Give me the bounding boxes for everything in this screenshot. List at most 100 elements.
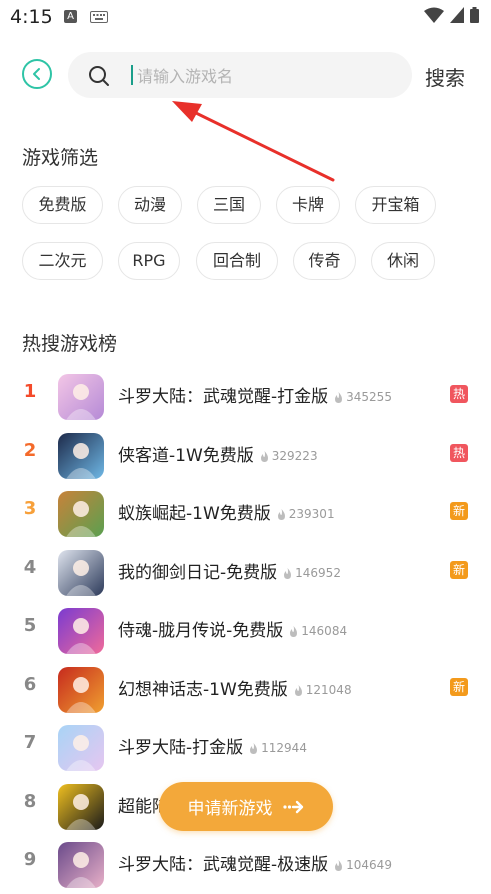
game-thumbnail[interactable] — [58, 783, 104, 830]
flame-icon — [260, 450, 268, 462]
game-name[interactable]: 幻想神话志-1W免费版 121048 — [118, 675, 352, 700]
ranking-row[interactable]: 9 斗罗大陆：武魂觉醒-极速版 104649 — [0, 836, 491, 894]
rank-number: 5 — [23, 615, 37, 636]
status-badge: 新 — [450, 502, 468, 520]
tag-treasure-box[interactable]: 开宝箱 — [355, 186, 436, 224]
ranking-row[interactable]: 3 蚁族崛起-1W免费版 239301 新 — [0, 485, 491, 543]
status-badge: 热 — [450, 443, 468, 462]
tag-legend[interactable]: 传奇 — [293, 242, 356, 280]
game-thumbnail[interactable] — [58, 374, 104, 420]
game-name[interactable]: 侠客道-1W免费版 329223 — [118, 441, 318, 466]
tag-turn-based[interactable]: 回合制 — [196, 242, 278, 280]
flame-icon — [284, 567, 292, 579]
rank-number: 7 — [23, 732, 37, 753]
hot-count: 146084 — [289, 624, 347, 638]
game-thumbnail[interactable] — [58, 432, 104, 479]
status-badge: 热 — [450, 385, 468, 403]
hot-count-value: 146952 — [295, 565, 341, 580]
rank-number: 4 — [23, 556, 37, 578]
rank-number: 6 — [23, 673, 37, 695]
hot-count-value: 112944 — [261, 741, 307, 755]
hot-count-value: 121048 — [305, 682, 352, 697]
game-name[interactable]: 蚁族崛起-1W免费版 239301 — [118, 499, 335, 524]
ranking-row[interactable]: 2 侠客道-1W免费版 329223 热 — [0, 427, 491, 485]
hot-count: 121048 — [294, 683, 352, 697]
text-caret — [131, 65, 133, 85]
game-name[interactable]: 斗罗大陆：武魂觉醒-打金版 345255 — [118, 382, 392, 407]
rank-number: 3 — [23, 498, 37, 519]
search-icon — [89, 66, 109, 86]
game-thumbnail[interactable] — [58, 666, 104, 713]
hot-count-value: 329223 — [271, 448, 318, 463]
game-thumbnail[interactable] — [58, 491, 104, 537]
status-badge: 新 — [450, 677, 468, 696]
game-name-text: 侍魂-胧月传说-免费版 — [118, 621, 284, 641]
status-time: 4:15 — [10, 6, 53, 28]
tag-card[interactable]: 卡牌 — [276, 186, 340, 224]
flame-icon — [290, 626, 298, 637]
filter-title: 游戏筛选 — [22, 147, 99, 169]
search-input[interactable] — [135, 62, 399, 90]
hot-count: 104649 — [334, 858, 392, 872]
rank-number: 9 — [23, 849, 37, 870]
ranking-row[interactable]: 4 我的御剑日记-免费版 146952 新 — [0, 544, 491, 602]
game-name[interactable]: 我的御剑日记-免费版 146952 — [118, 558, 341, 583]
rank-number: 2 — [23, 439, 37, 461]
chevron-left-icon — [33, 68, 40, 80]
tag-anime2d[interactable]: 二次元 — [22, 242, 103, 280]
game-name[interactable]: 侍魂-胧月传说-免费版 146084 — [118, 616, 347, 641]
rank-number: 1 — [23, 381, 37, 402]
hot-count: 146952 — [283, 566, 341, 580]
rank-number: 8 — [23, 790, 37, 812]
ranking-row[interactable]: 1 斗罗大陆：武魂觉醒-打金版 345255 热 — [0, 368, 491, 426]
status-bar: 4:15 A — [0, 0, 491, 34]
hot-count-value: 146084 — [301, 624, 348, 638]
search-bar[interactable] — [68, 52, 412, 98]
flame-icon — [250, 743, 258, 754]
game-name-text: 侠客道-1W免费版 — [118, 445, 254, 466]
game-name-text: 我的御剑日记-免费版 — [118, 562, 278, 583]
game-name-text: 斗罗大陆：武魂觉醒-极速版 — [118, 855, 329, 875]
game-name-text: 斗罗大陆-打金版 — [118, 738, 244, 758]
game-name-text: 幻想神话志-1W免费版 — [118, 679, 288, 700]
ranking-row[interactable]: 5 侍魂-胧月传说-免费版 146084 — [0, 602, 491, 660]
flame-icon — [335, 392, 343, 403]
status-badge: 新 — [450, 560, 468, 579]
ranking-row[interactable]: 7 斗罗大陆-打金版 112944 — [0, 719, 491, 777]
game-thumbnail[interactable] — [58, 725, 104, 771]
game-thumbnail[interactable] — [58, 549, 104, 596]
game-name[interactable]: 斗罗大陆-打金版 112944 — [118, 733, 307, 758]
game-name-text: 蚁族崛起-1W免费版 — [118, 504, 271, 524]
hot-count: 112944 — [249, 741, 307, 755]
a-notification-icon: A — [64, 10, 77, 23]
wifi-icon — [424, 7, 444, 23]
game-name[interactable]: 斗罗大陆：武魂觉醒-极速版 104649 — [118, 850, 392, 875]
flame-icon — [294, 684, 302, 696]
search-button[interactable]: 搜索 — [425, 62, 465, 91]
tag-rpg[interactable]: RPG — [118, 242, 180, 280]
tag-free[interactable]: 免费版 — [22, 186, 103, 224]
tag-anime[interactable]: 动漫 — [118, 186, 182, 224]
arrow-right-icon — [282, 800, 303, 813]
hot-count-value: 345255 — [346, 390, 392, 404]
hot-count-value: 104649 — [346, 858, 392, 872]
keyboard-icon — [90, 11, 108, 23]
signal-icon — [450, 7, 464, 23]
ranking-row[interactable]: 6 幻想神话志-1W免费版 121048 新 — [0, 661, 491, 719]
game-thumbnail[interactable] — [58, 608, 104, 654]
hot-count: 239301 — [277, 507, 335, 521]
flame-icon — [335, 860, 343, 871]
tag-casual[interactable]: 休闲 — [371, 242, 435, 280]
apply-new-game-button[interactable]: 申请新游戏 — [159, 782, 333, 831]
back-button[interactable] — [22, 59, 52, 89]
hot-count: 329223 — [260, 449, 318, 463]
tag-three-kingdoms[interactable]: 三国 — [197, 186, 261, 224]
apply-button-label: 申请新游戏 — [187, 799, 273, 819]
battery-icon — [470, 7, 479, 23]
game-thumbnail[interactable] — [58, 842, 104, 888]
hot-count-value: 239301 — [288, 507, 335, 521]
game-name-text: 斗罗大陆：武魂觉醒-打金版 — [118, 387, 329, 407]
ranking-title: 热搜游戏榜 — [22, 333, 118, 355]
hot-count: 345255 — [334, 390, 392, 404]
flame-icon — [277, 509, 285, 520]
